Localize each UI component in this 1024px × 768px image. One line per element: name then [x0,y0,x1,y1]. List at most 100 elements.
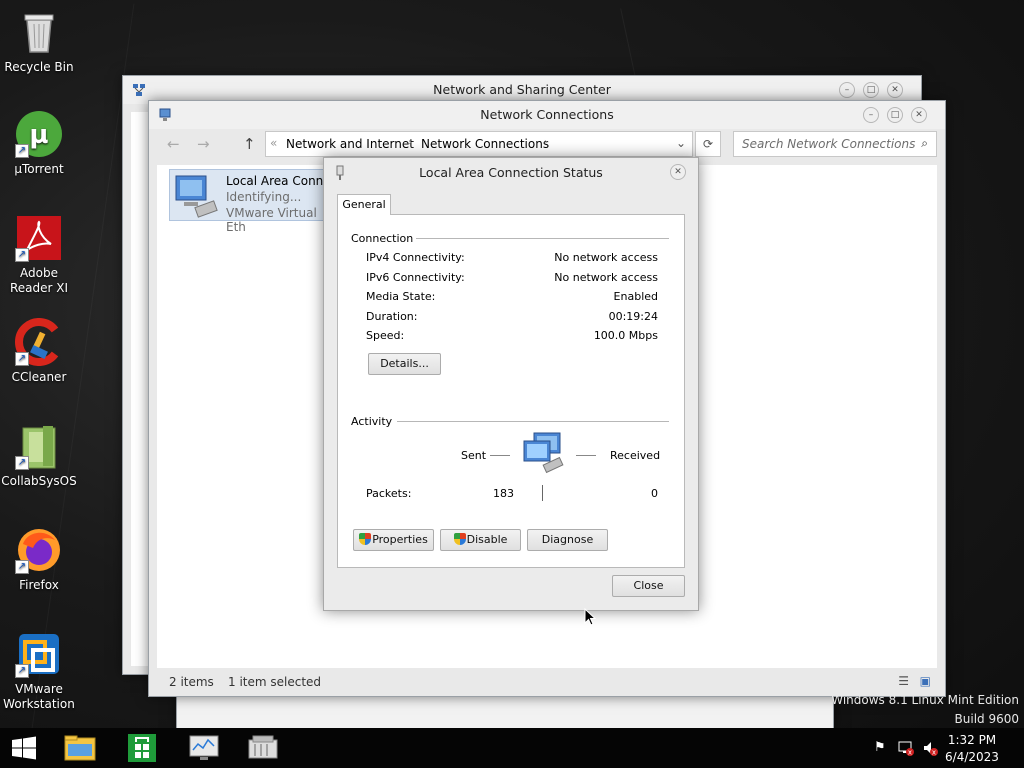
general-tab-panel: Connection IPv4 Connectivity: No network… [337,214,685,568]
shortcut-arrow-icon: ↗ [15,248,29,262]
firefox-icon: ↗ [15,526,63,574]
breadcrumb-network-connections[interactable]: Network Connections [421,137,549,151]
breadcrumb-chevron-icon: « [270,136,278,150]
desktop-icon-collabsysos[interactable]: ↗ CollabSysOS [0,422,78,489]
diagnose-button[interactable]: Diagnose [527,529,608,551]
svg-text:µ: µ [29,120,48,150]
close-dialog-button[interactable]: Close [612,575,685,597]
search-input[interactable]: Search Network Connections ⌕ [733,131,937,157]
adapter-status: Identifying... [226,190,302,204]
received-line [576,455,596,456]
network-activity-icon [522,431,566,477]
file-explorer-taskbar-button[interactable] [62,732,98,764]
status-bar: 2 items 1 item selected ☰ ▣ [157,670,937,694]
adapter-device: VMware Virtual Eth [226,206,317,234]
breadcrumb-network-and-internet[interactable]: Network and Internet [286,137,414,151]
forward-arrow-icon[interactable]: → [197,135,210,153]
packets-label: Packets: [366,487,412,500]
divider [397,421,669,422]
store-icon [128,734,156,762]
desktop-icon-vmware[interactable]: ↗ VMware Workstation [0,630,78,712]
speed-label: Speed: [366,329,405,342]
search-icon[interactable]: ⌕ [921,136,928,151]
desktop-icon-firefox[interactable]: ↗ Firefox [0,526,78,593]
shortcut-arrow-icon: ↗ [15,664,29,678]
details-view-icon[interactable]: ☰ [898,674,909,688]
dialog-title: Local Area Connection Status [419,165,603,180]
windows-logo-icon [12,736,36,760]
close-button[interactable]: ✕ [911,107,927,123]
clock-time[interactable]: 1:32 PM [942,733,1002,747]
ipv4-value: No network access [554,251,658,264]
address-bar[interactable]: « Network and Internet › Network Connect… [265,131,693,157]
properties-button[interactable]: Properties [353,529,434,551]
taskbar: ⚑ x x 1:32 PM 6/4/2023 [0,728,1024,768]
volume-muted-icon[interactable]: x [922,740,938,757]
network-adapter-icon [174,174,220,218]
desktop-icon-label: Firefox [19,578,59,592]
window-title: Network Connections [480,107,614,122]
close-button[interactable]: ✕ [887,82,903,98]
disable-button[interactable]: Disable [440,529,521,551]
refresh-icon[interactable]: ⟳ [695,131,721,157]
start-button[interactable] [6,732,42,764]
speed-value: 100.0 Mbps [593,329,658,342]
back-arrow-icon[interactable]: ← [167,135,180,153]
properties-label: Properties [372,533,428,546]
up-arrow-icon[interactable]: ↑ [243,135,256,153]
shortcut-arrow-icon: ↗ [15,560,29,574]
item-count: 2 items [169,675,214,689]
tab-general[interactable]: General [337,194,391,215]
breadcrumb-separator-icon: › [544,137,548,148]
network-status-icon[interactable]: x [898,740,914,757]
sent-label: Sent [461,449,487,462]
collabsysos-icon: ↗ [15,422,63,470]
shield-icon [453,533,466,545]
connection-status-dialog[interactable]: Local Area Connection Status ✕ General C… [323,157,699,611]
desktop-icon-label: Recycle Bin [4,60,74,74]
desktop-icon-utorrent[interactable]: µ ↗ µTorrent [0,110,78,177]
divider [416,238,669,239]
shortcut-arrow-icon: ↗ [15,456,29,470]
packets-sent-value: 183 [493,487,514,500]
desktop-icon-ccleaner[interactable]: ↗ CCleaner [0,318,78,385]
titlebar[interactable]: Network Connections – □ ✕ [149,101,945,129]
adapter-name: Local Area Connec [226,174,338,188]
minimize-button[interactable]: – [839,82,855,98]
window-title: Network and Sharing Center [433,82,611,97]
network-monitor-taskbar-button[interactable] [186,732,222,764]
desktop-icon-recycle-bin[interactable]: Recycle Bin [0,8,78,75]
media-state-label: Media State: [366,290,436,303]
ipv4-label: IPv4 Connectivity: [366,251,465,264]
maximize-button[interactable]: □ [863,82,879,98]
details-button[interactable]: Details... [368,353,441,375]
app-taskbar-button[interactable] [245,732,281,764]
disable-label: Disable [466,533,508,546]
clock-date[interactable]: 6/4/2023 [942,750,1002,764]
vmware-icon: ↗ [15,630,63,678]
dialog-titlebar[interactable]: Local Area Connection Status ✕ [324,158,698,186]
desktop-icon-label: CCleaner [11,370,67,384]
utorrent-icon: µ ↗ [15,110,63,158]
os-watermark-line2: Build 9600 [954,712,1019,726]
shield-icon [359,533,372,545]
address-dropdown-icon[interactable]: ⌄ [676,136,686,150]
shortcut-arrow-icon: ↗ [15,352,29,366]
sent-line [490,455,510,456]
adapter-local-area-connection[interactable]: Local Area Connec Identifying... VMware … [169,169,339,234]
close-button[interactable]: ✕ [670,164,686,180]
connection-heading: Connection [351,232,414,245]
activity-divider [542,485,543,501]
large-icons-view-icon[interactable]: ▣ [920,674,931,688]
network-connections-taskbar-icon [248,735,278,759]
desktop-icon-adobe-reader[interactable]: ↗ Adobe Reader XI [0,214,78,296]
search-placeholder: Search Network Connections [742,137,916,151]
minimize-button[interactable]: – [863,107,879,123]
flag-icon[interactable]: ⚑ [874,740,886,755]
maximize-button[interactable]: □ [887,107,903,123]
store-taskbar-button[interactable] [124,732,160,764]
activity-heading: Activity [351,415,393,428]
packets-received-value: 0 [651,487,658,500]
svg-text:x: x [908,749,912,757]
adobe-reader-icon: ↗ [15,214,63,262]
